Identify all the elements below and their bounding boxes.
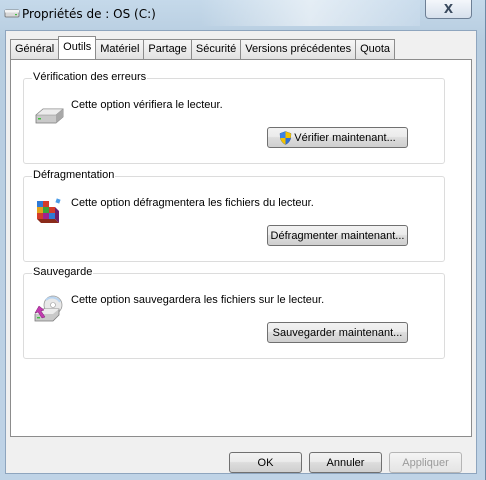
defrag-title: Défragmentation: [32, 169, 116, 181]
title-bar[interactable]: Propriétés de : OS (C:) X: [0, 0, 486, 30]
backup-now-label: Sauvegarder maintenant...: [272, 326, 403, 339]
defrag-description: Cette option défragmentera les fichiers …: [71, 197, 314, 209]
error-check-description: Cette option vérifiera le lecteur.: [71, 99, 223, 111]
apply-label: Appliquer: [402, 456, 449, 469]
tab-general[interactable]: Général: [10, 39, 60, 59]
tab-strip: Général Outils Matériel Partage Sécurité…: [10, 36, 396, 59]
close-icon: X: [443, 2, 454, 16]
error-check-group: Vérification des erreurs Cette option vé…: [23, 71, 445, 164]
cancel-label: Annuler: [326, 456, 365, 469]
backup-icon: [34, 295, 63, 322]
defrag-icon: [37, 198, 61, 223]
cancel-button[interactable]: Annuler: [309, 452, 382, 473]
backup-now-button[interactable]: Sauvegarder maintenant...: [267, 322, 408, 343]
dialog-client: Général Outils Matériel Partage Sécurité…: [5, 30, 477, 474]
defrag-group: Défragmentation Cette option défragmente…: [23, 169, 445, 262]
error-check-title: Vérification des erreurs: [32, 71, 148, 83]
tab-versions-precedentes[interactable]: Versions précédentes: [240, 39, 357, 59]
defrag-now-button[interactable]: Défragmenter maintenant...: [267, 225, 408, 246]
window-title: Propriétés de : OS (C:): [22, 7, 156, 21]
tab-outils[interactable]: Outils: [58, 36, 97, 59]
shield-icon: [279, 130, 292, 145]
tab-securite[interactable]: Sécurité: [190, 39, 242, 59]
drive-icon: [35, 108, 64, 124]
backup-group: Sauvegarde Cette option sauvegardera les…: [23, 266, 445, 359]
tab-partage[interactable]: Partage: [143, 39, 192, 59]
properties-window: Propriétés de : OS (C:) X Général Outils…: [0, 0, 486, 480]
check-now-button[interactable]: Vérifier maintenant...: [267, 127, 408, 148]
tab-quota[interactable]: Quota: [355, 39, 396, 59]
drive-icon: [4, 9, 20, 18]
backup-title: Sauvegarde: [32, 266, 94, 278]
tab-panel-outils: Vérification des erreurs Cette option vé…: [10, 59, 472, 437]
tab-materiel[interactable]: Matériel: [95, 39, 145, 59]
close-button[interactable]: X: [425, 0, 472, 19]
defrag-now-label: Défragmenter maintenant...: [270, 229, 405, 242]
ok-label: OK: [257, 456, 274, 469]
ok-button[interactable]: OK: [229, 452, 302, 473]
check-now-label: Vérifier maintenant...: [294, 131, 396, 144]
apply-button[interactable]: Appliquer: [389, 452, 462, 473]
backup-description: Cette option sauvegardera les fichiers s…: [71, 294, 325, 306]
